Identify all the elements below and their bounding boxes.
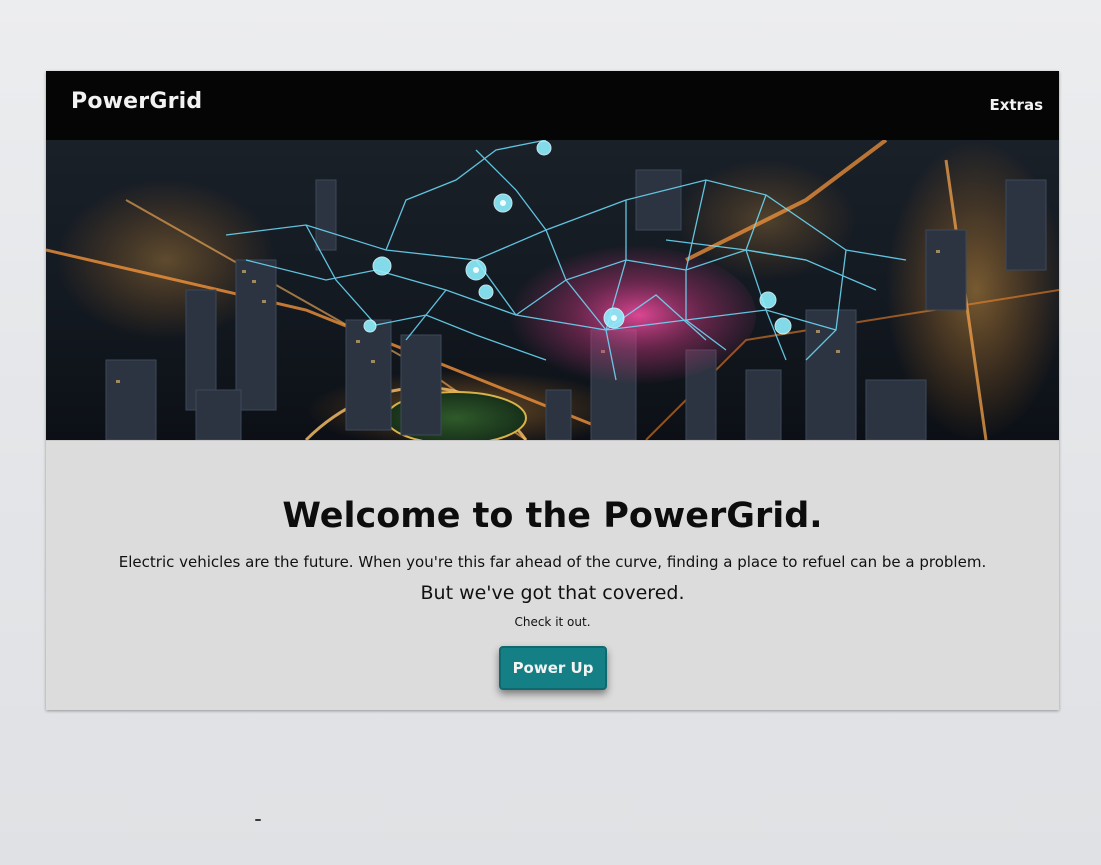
dust-speck: [255, 819, 261, 821]
browser-viewport: PowerGrid Extras Welcome to the PowerGri…: [46, 71, 1059, 710]
brand-logo[interactable]: PowerGrid: [71, 89, 202, 114]
nav-link-extras[interactable]: Extras: [989, 96, 1043, 114]
top-navbar: PowerGrid Extras: [46, 71, 1059, 140]
intro-text: Electric vehicles are the future. When y…: [118, 553, 987, 571]
check-it-out-text: Check it out.: [514, 615, 591, 629]
hero-image: [46, 140, 1059, 440]
subheading: But we've got that covered.: [420, 582, 685, 604]
power-up-button[interactable]: Power Up: [499, 646, 607, 690]
page-title: Welcome to the PowerGrid.: [282, 496, 823, 536]
